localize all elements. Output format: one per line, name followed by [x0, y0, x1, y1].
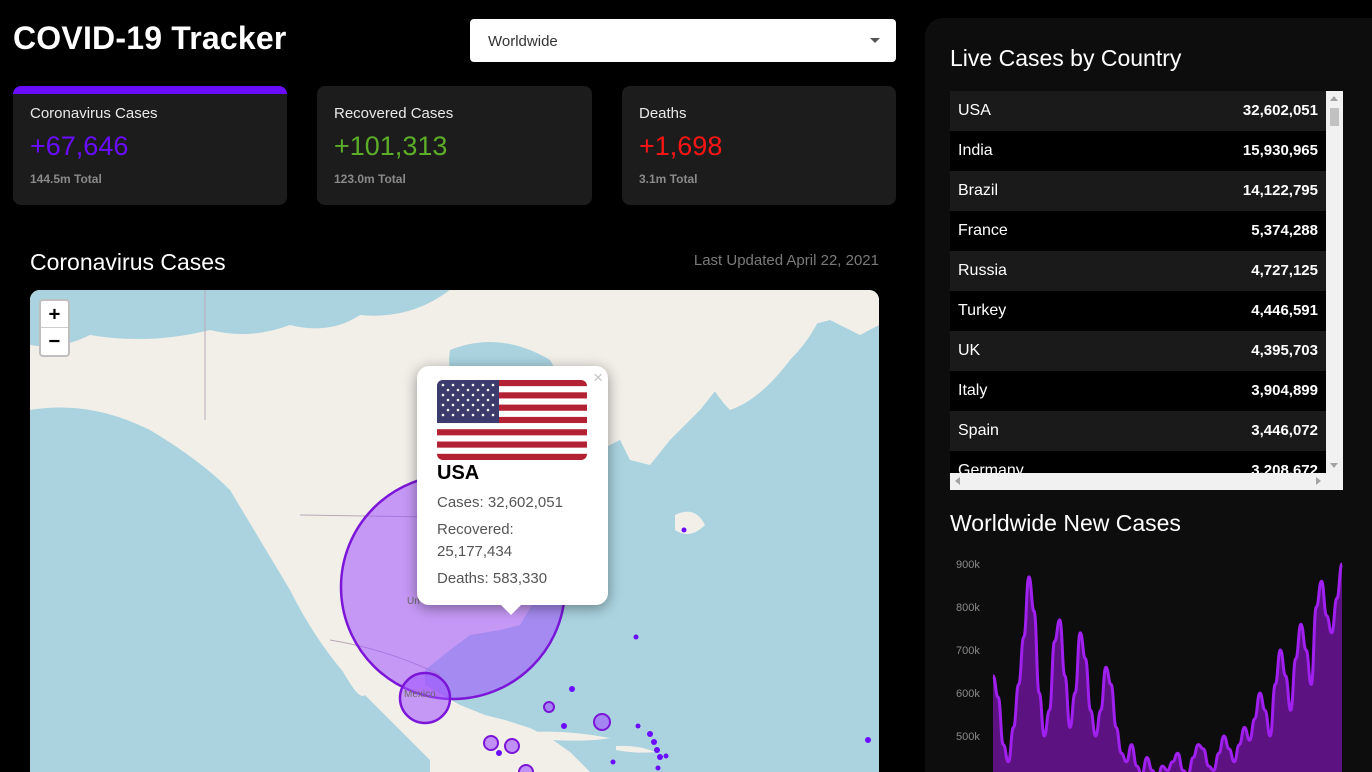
country-name: USA: [958, 102, 991, 119]
country-cases: 3,904,899: [1251, 382, 1318, 399]
country-cases: 15,930,965: [1242, 142, 1318, 159]
country-cases: 4,446,591: [1251, 302, 1318, 319]
scroll-down-icon[interactable]: [1330, 463, 1338, 468]
table-row: USA 32,602,051: [950, 91, 1326, 131]
popup-country-name: USA: [437, 462, 480, 484]
scroll-left-icon[interactable]: [955, 477, 960, 485]
app-title: COVID-19 Tracker: [13, 20, 287, 56]
country-name: Russia: [958, 262, 1007, 279]
table-row: India 15,930,965: [950, 131, 1326, 171]
country-select-value: Worldwide: [488, 33, 558, 50]
y-tick-label: 700k: [956, 645, 980, 657]
live-table-title: Live Cases by Country: [950, 45, 1182, 71]
country-cases: 4,727,125: [1251, 262, 1318, 279]
country-name: Spain: [958, 422, 999, 439]
country-name: Turkey: [958, 302, 1007, 319]
zoom-in-button[interactable]: +: [41, 301, 68, 328]
chart-title: Worldwide New Cases: [950, 510, 1181, 536]
y-tick-label: 900k: [956, 559, 980, 571]
table-row: Brazil 14,122,795: [950, 171, 1326, 211]
table-row: France 5,374,288: [950, 211, 1326, 251]
stat-total: 144.5m Total: [30, 172, 102, 186]
horizontal-scrollbar[interactable]: [950, 473, 1343, 490]
popup-recovered-label: Recovered:: [437, 521, 514, 538]
table-row: Turkey 4,446,591: [950, 291, 1326, 331]
stat-value: +101,313: [334, 131, 448, 161]
popup-tip: [500, 604, 522, 615]
last-updated: Last Updated April 22, 2021: [693, 252, 879, 269]
stat-label: Deaths: [639, 105, 687, 122]
stat-total: 123.0m Total: [334, 172, 406, 186]
country-cases: 32,602,051: [1242, 102, 1318, 119]
caret-down-icon: [870, 38, 880, 43]
country-name: Brazil: [958, 182, 999, 199]
stat-label: Recovered Cases: [334, 105, 454, 122]
usa-flag-icon: [437, 380, 587, 460]
popup-recovered-value: 25,177,434: [437, 543, 513, 560]
scroll-right-icon[interactable]: [1316, 477, 1321, 485]
stat-total: 3.1m Total: [639, 172, 698, 186]
table-row: Russia 4,727,125: [950, 251, 1326, 291]
selected-indicator: [13, 86, 287, 94]
y-tick-label: 600k: [956, 688, 980, 700]
live-cases-table[interactable]: USA 32,602,051 India 15,930,965 Brazil 14,122…: [950, 91, 1343, 490]
vertical-scrollbar[interactable]: [1326, 91, 1343, 473]
stat-value: +67,646: [30, 131, 129, 161]
country-name: France: [958, 222, 1008, 239]
stat-card-deaths[interactable]: Deaths +1,698 3.1m Total: [622, 86, 896, 205]
popup-deaths: Deaths: 583,330: [437, 570, 548, 587]
country-cases: 4,395,703: [1251, 342, 1318, 359]
country-cases: 5,374,288: [1251, 222, 1318, 239]
country-name: UK: [958, 342, 981, 359]
popup-cases: Cases: 32,602,051: [437, 494, 563, 511]
country-name: India: [958, 142, 993, 159]
scroll-up-icon[interactable]: [1330, 96, 1338, 101]
stat-card-recovered[interactable]: Recovered Cases +101,313 123.0m Total: [317, 86, 592, 205]
zoom-control: + −: [39, 299, 70, 357]
zoom-out-button[interactable]: −: [41, 328, 68, 354]
scroll-thumb[interactable]: [1330, 108, 1339, 126]
table-row: UK 4,395,703: [950, 331, 1326, 371]
country-cases: 3,446,072: [1251, 422, 1318, 439]
country-select[interactable]: Worldwide: [470, 19, 896, 62]
y-tick-label: 500k: [956, 731, 980, 743]
map-section-title: Coronavirus Cases: [30, 249, 226, 275]
country-popup: × USA Cases: 32,602,051 Recovered: 25,17…: [417, 366, 608, 615]
country-cases: 14,122,795: [1242, 182, 1318, 199]
series-area: [993, 564, 1342, 772]
table-row: Italy 3,904,899: [950, 371, 1326, 411]
close-icon[interactable]: ×: [593, 368, 603, 388]
map-label-mexico: Mexico: [404, 689, 436, 700]
stat-value: +1,698: [639, 131, 723, 161]
stat-card-cases[interactable]: Coronavirus Cases +67,646 144.5m Total: [13, 86, 287, 205]
stat-label: Coronavirus Cases: [30, 105, 158, 122]
country-name: Italy: [958, 382, 988, 399]
new-cases-chart: 900k 800k 700k 600k 500k: [956, 559, 1344, 772]
table-row: Spain 3,446,072: [950, 411, 1326, 451]
y-tick-label: 800k: [956, 602, 980, 614]
